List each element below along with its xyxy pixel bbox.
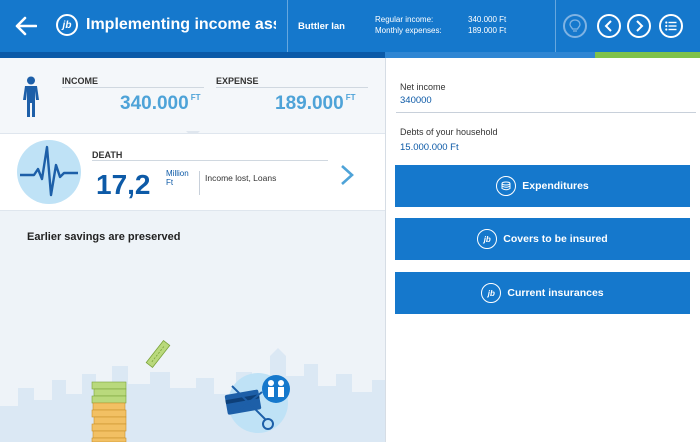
lightbulb-icon [569, 19, 581, 32]
income-unit: FT [190, 93, 201, 102]
header-divider [287, 0, 288, 52]
person-icon [23, 76, 39, 117]
debts-label: Debts of your household [400, 127, 498, 137]
debts-value[interactable]: 15.000.000 Ft [400, 142, 459, 153]
chevron-left-icon [604, 20, 612, 32]
chevron-right-icon [636, 20, 644, 32]
jb-logo-icon: jb [477, 229, 498, 249]
income-value: 340.000 FT [120, 93, 201, 114]
chevron-right-icon[interactable] [340, 164, 354, 186]
heartbeat-icon [17, 140, 81, 204]
expenditures-button[interactable]: Expenditures [395, 165, 690, 207]
covers-to-be-insured-label: Covers to be insured [503, 233, 608, 245]
back-button[interactable] [12, 12, 40, 40]
right-panel: Net income 340000 Debts of your househol… [385, 58, 700, 442]
divider [396, 112, 696, 113]
death-unit: Million Ft [166, 169, 189, 187]
expenditures-label: Expenditures [522, 180, 589, 192]
covers-to-be-insured-button[interactable]: jb Covers to be insured [395, 218, 690, 260]
regular-income-value: 340.000 Ft [468, 15, 507, 24]
client-name: Buttler Ian [298, 21, 345, 32]
expense-label: EXPENSE [216, 76, 259, 86]
page-title: Implementing income assurance [86, 16, 276, 33]
back-arrow-icon [15, 16, 37, 36]
death-description: Income lost, Loans [205, 173, 277, 183]
divider [199, 171, 200, 195]
net-income-label: Net income [400, 82, 446, 92]
death-value: 17,2 [96, 169, 151, 200]
app-header: jb Implementing income assurance Buttler… [0, 0, 700, 52]
list-menu-icon [665, 21, 677, 31]
left-panel: INCOME EXPENSE 340.000 FT 189.000 FT DEATH… [0, 58, 385, 442]
expense-unit: FT [345, 93, 356, 102]
jb-logo-icon: jb [56, 14, 78, 36]
current-insurances-button[interactable]: jb Current insurances [395, 272, 690, 314]
net-income-value[interactable]: 340000 [400, 95, 432, 106]
divider [92, 160, 328, 161]
regular-income-label: Regular income: [375, 15, 434, 24]
jb-logo-icon: jb [481, 283, 502, 303]
income-expense-card: INCOME EXPENSE 340.000 FT 189.000 FT [0, 58, 385, 138]
coins-icon [496, 176, 517, 196]
monthly-expenses-value: 189.000 Ft [468, 26, 507, 35]
monthly-expenses-label: Monthly expenses: [375, 26, 442, 35]
divider [216, 87, 368, 88]
savings-caption: Earlier savings are preserved [27, 231, 181, 243]
menu-button[interactable] [659, 14, 683, 38]
death-risk-card[interactable]: DEATH 17,2 Million Ft Income lost, Loans [0, 134, 385, 211]
death-label: DEATH [92, 150, 123, 160]
tips-button[interactable] [563, 14, 587, 38]
savings-illustration [0, 339, 385, 442]
next-button[interactable] [627, 14, 651, 38]
income-label: INCOME [62, 76, 98, 86]
previous-button[interactable] [597, 14, 621, 38]
header-divider [555, 0, 556, 52]
current-insurances-label: Current insurances [507, 287, 604, 299]
divider [62, 87, 204, 88]
expense-value: 189.000 FT [275, 93, 356, 114]
